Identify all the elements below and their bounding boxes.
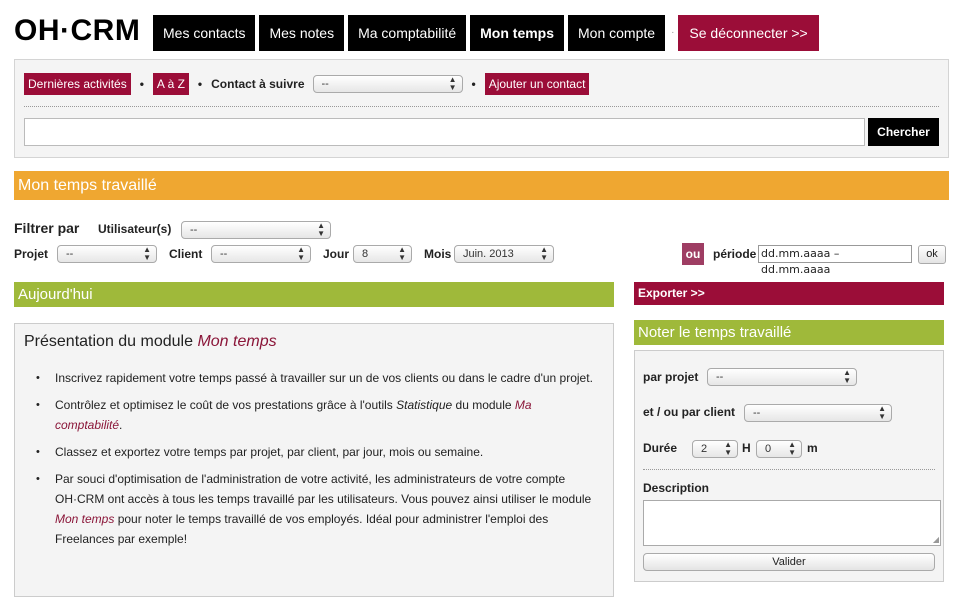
main-nav: Mes contacts Mes notes Ma comptabilité M… [153,15,819,51]
select-value: 2 [701,443,708,455]
filter-title: Filtrer par [14,220,80,236]
user-filter-label: Utilisateur(s) [98,222,172,236]
list-item-text: . [119,418,123,432]
period-ok-button[interactable]: ok [918,245,946,264]
hours-unit: H [742,441,751,455]
bullet-separator: • [471,77,476,91]
select-arrows-icon: ▲ ▼ [398,245,406,262]
select-arrows-icon: ▲ ▼ [788,440,796,457]
list-item-text: Inscrivez rapidement votre temps passé à… [55,371,593,385]
search-input[interactable] [24,118,865,146]
hours-select[interactable]: 2 ▲ ▼ [692,440,738,458]
divider [24,106,939,107]
divider [643,469,935,470]
select-arrows-icon: ▲ ▼ [540,245,548,262]
select-value: 0 [765,443,772,455]
bullet-separator: • [139,77,144,91]
title-prefix: Présentation du module [24,333,198,350]
list-item-text: du module [452,398,515,412]
module-presentation-title: Présentation du module Mon temps [24,333,277,351]
project-filter-label: Projet [14,247,49,261]
tab-mes-contacts[interactable]: Mes contacts [153,15,256,51]
client-filter-select[interactable]: -- ▲ ▼ [211,245,311,263]
select-value: Juin. 2013 [463,248,514,260]
logo[interactable]: OH·CRM [14,14,140,48]
description-textarea[interactable]: ◢ [643,500,941,546]
bullet-separator: • [197,77,203,91]
select-value: -- [321,78,329,90]
select-arrows-icon: ▲ ▼ [843,368,851,385]
client-filter-label: Client [169,247,203,261]
list-item: Contrôlez et optimisez le coût de vos pr… [36,395,596,435]
or-toggle-button[interactable]: ou [682,243,704,265]
month-filter-label: Mois [424,247,452,261]
a-to-z-button[interactable]: A à Z [152,73,189,95]
project-select[interactable]: -- ▲ ▼ [707,368,857,386]
select-value: -- [190,224,198,236]
today-header: Aujourd'hui [14,282,614,307]
log-time-form: par projet -- ▲ ▼ et / ou par client -- ▲… [634,350,944,582]
select-arrows-icon: ▲ ▼ [878,404,886,421]
list-item-text: Contrôlez et optimisez le coût de vos pr… [55,398,397,412]
statistique-emphasis: Statistique [396,398,453,412]
tab-ma-comptabilite[interactable]: Ma comptabilité [348,15,467,51]
log-time-header: Noter le temps travaillé [634,320,944,345]
select-arrows-icon: ▲ ▼ [448,75,457,92]
nav-separator: · [671,27,675,38]
select-value: -- [220,248,228,260]
day-filter-label: Jour [323,247,350,261]
title-module-name: Mon temps [197,333,277,350]
list-item-text: Classez et exportez votre temps par proj… [55,445,484,459]
module-presentation-panel: Présentation du module Mon temps Inscriv… [14,323,614,597]
duration-label: Durée [643,441,678,455]
period-label: période [713,247,757,261]
month-filter-select[interactable]: Juin. 2013 ▲ ▼ [454,245,554,263]
client-select[interactable]: -- ▲ ▼ [744,404,892,422]
tab-mon-temps[interactable]: Mon temps [470,15,565,51]
list-item-text: Par souci d'optimisation de l'administra… [55,472,592,506]
client-label: et / ou par client [643,405,736,419]
feature-list: Inscrivez rapidement votre temps passé à… [36,368,596,556]
select-value: 8 [362,248,369,260]
list-item-text: pour noter le temps travaillé de vos emp… [55,512,549,546]
tab-mon-compte[interactable]: Mon compte [568,15,666,51]
select-value: -- [716,371,724,383]
mon-temps-link[interactable]: Mon temps [55,512,114,526]
submit-button[interactable]: Valider [643,553,935,571]
minutes-select[interactable]: 0 ▲ ▼ [756,440,802,458]
tab-mes-notes[interactable]: Mes notes [259,15,345,51]
toolbar-panel: Dernières activités • A à Z • Contact à … [14,59,949,158]
select-value: -- [66,248,74,260]
logout-button[interactable]: Se déconnecter >> [678,15,819,51]
resize-handle-icon[interactable]: ◢ [933,536,939,544]
select-arrows-icon: ▲ ▼ [297,245,305,262]
export-button[interactable]: Exporter >> [634,282,944,305]
contact-follow-select[interactable]: -- ▲ ▼ [312,75,463,93]
list-item: Inscrivez rapidement votre temps passé à… [36,368,596,388]
list-item: Par souci d'optimisation de l'administra… [36,469,596,549]
toolbar-row: Dernières activités • A à Z • Contact à … [24,73,590,95]
page-title: Mon temps travaillé [14,171,949,200]
project-label: par projet [643,370,699,384]
minutes-unit: m [807,441,818,455]
list-item: Classez et exportez votre temps par proj… [36,442,596,462]
select-arrows-icon: ▲ ▼ [724,440,732,457]
search-button[interactable]: Chercher [868,118,939,146]
day-filter-select[interactable]: 8 ▲ ▼ [353,245,412,263]
description-label: Description [643,481,710,495]
select-value: -- [753,407,761,419]
project-filter-select[interactable]: -- ▲ ▼ [57,245,157,263]
period-input[interactable]: dd.mm.aaaa – dd.mm.aaaa [758,245,912,276]
contact-follow-label: Contact à suivre [211,77,305,91]
select-arrows-icon: ▲ ▼ [317,221,325,238]
recent-activities-button[interactable]: Dernières activités [24,73,131,95]
add-contact-button[interactable]: Ajouter un contact [484,73,590,95]
user-filter-select[interactable]: -- ▲ ▼ [181,221,331,239]
select-arrows-icon: ▲ ▼ [143,245,151,262]
